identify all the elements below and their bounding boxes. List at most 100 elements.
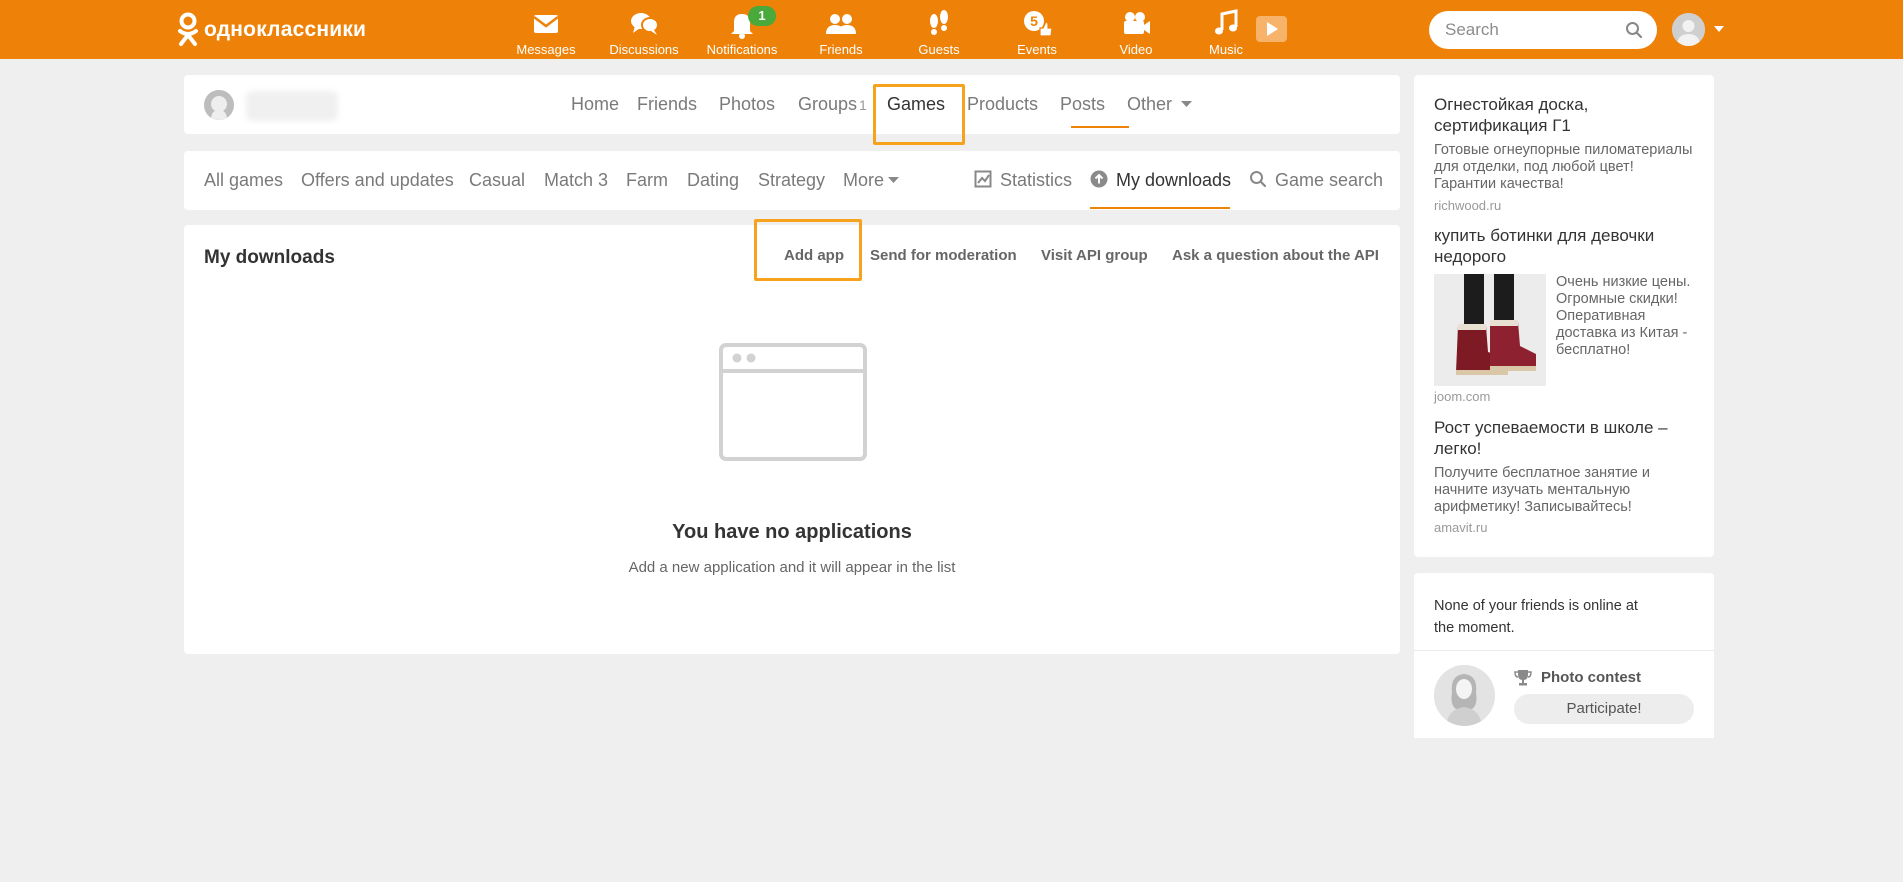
boots-image-icon bbox=[1434, 274, 1546, 386]
chevron-down-icon bbox=[888, 177, 900, 183]
divider bbox=[1414, 650, 1714, 651]
ad-title[interactable]: Огнестойкая доска, сертификация Г1 bbox=[1434, 94, 1699, 136]
profile-tab-home[interactable]: Home bbox=[571, 94, 619, 115]
tool-label: My downloads bbox=[1116, 170, 1232, 190]
upload-icon bbox=[1090, 170, 1108, 188]
profile-tab-photos[interactable]: Photos bbox=[719, 94, 775, 115]
category-offers-updates[interactable]: Offers and updates bbox=[301, 170, 454, 191]
tool-my-downloads[interactable]: My downloads bbox=[1090, 170, 1231, 191]
ad-domain[interactable]: richwood.ru bbox=[1434, 198, 1501, 213]
ad-text: Очень низкие цены. Огромные скидки! Опер… bbox=[1556, 274, 1691, 358]
ok-logo-icon bbox=[178, 12, 198, 46]
profile-tab-products[interactable]: Products bbox=[967, 94, 1038, 115]
profile-tab-other[interactable]: Other bbox=[1127, 94, 1193, 115]
contest-label: Photo contest bbox=[1541, 669, 1641, 686]
nav-label: Guests bbox=[918, 42, 960, 57]
my-downloads-panel: My downloads Add app Send for moderation… bbox=[184, 225, 1400, 654]
games-nav-panel: All games Offers and updates Casual Matc… bbox=[184, 151, 1400, 210]
search-bar bbox=[1429, 11, 1657, 49]
ad-title[interactable]: Рост успеваемости в школе – легко! bbox=[1434, 417, 1699, 459]
friends-online-panel: None of your friends is online at the mo… bbox=[1414, 573, 1714, 738]
groups-count: 1 bbox=[859, 97, 867, 113]
user-avatar-icon bbox=[1672, 13, 1705, 46]
category-more[interactable]: More bbox=[843, 170, 900, 191]
nav-notifications[interactable]: 1 Notifications bbox=[687, 6, 797, 57]
category-all-games[interactable]: All games bbox=[204, 170, 283, 191]
empty-state-title: You have no applications bbox=[672, 521, 912, 543]
chart-icon bbox=[974, 170, 992, 188]
ad-text: Готовые огнеупорные пиломатериалы для от… bbox=[1434, 142, 1693, 192]
chevron-down-icon bbox=[1181, 101, 1193, 107]
profile-tab-groups[interactable]: Groups 1 bbox=[798, 94, 867, 115]
ad-domain[interactable]: amavit.ru bbox=[1434, 520, 1487, 535]
ad-image-boots[interactable] bbox=[1434, 274, 1546, 386]
envelope-icon bbox=[533, 15, 559, 33]
photo-contest-title[interactable]: Photo contest bbox=[1514, 669, 1641, 686]
events-count-badge: 5 bbox=[1030, 13, 1038, 29]
music-note-icon bbox=[1215, 9, 1238, 35]
nav-label: Events bbox=[1017, 42, 1057, 57]
music-play-button[interactable] bbox=[1256, 16, 1287, 42]
category-match3[interactable]: Match 3 bbox=[544, 170, 608, 191]
top-bar: одноклассники Messages Discussions 1 Not… bbox=[0, 0, 1903, 59]
ads-panel: Огнестойкая доска, сертификация Г1 Готов… bbox=[1414, 75, 1714, 557]
nav-friends[interactable]: Friends bbox=[786, 6, 896, 57]
more-label: More bbox=[843, 170, 885, 190]
add-app-button[interactable]: Add app bbox=[784, 247, 844, 264]
nav-label: Friends bbox=[819, 42, 863, 57]
ask-api-question-link[interactable]: Ask a question about the API bbox=[1172, 247, 1379, 264]
contest-avatar[interactable] bbox=[1434, 665, 1495, 726]
category-strategy[interactable]: Strategy bbox=[758, 170, 825, 191]
profile-avatar[interactable] bbox=[204, 90, 234, 120]
nav-guests[interactable]: Guests bbox=[884, 6, 994, 57]
logo-text: одноклассники bbox=[204, 18, 367, 41]
search-icon[interactable] bbox=[1625, 21, 1643, 39]
search-input[interactable] bbox=[1445, 20, 1625, 40]
trophy-icon bbox=[1514, 670, 1532, 686]
events-like-icon: 5 bbox=[1024, 11, 1053, 37]
tool-label: Statistics bbox=[1000, 170, 1073, 190]
nav-discussions[interactable]: Discussions bbox=[589, 6, 699, 57]
notification-count-badge: 1 bbox=[748, 6, 776, 26]
tool-label: Game search bbox=[1275, 170, 1384, 190]
category-casual[interactable]: Casual bbox=[469, 170, 525, 191]
category-farm[interactable]: Farm bbox=[626, 170, 668, 191]
profile-tab-games[interactable]: Games bbox=[887, 94, 945, 115]
category-dating[interactable]: Dating bbox=[687, 170, 739, 191]
profile-tab-posts[interactable]: Posts bbox=[1060, 94, 1105, 115]
profile-tab-friends[interactable]: Friends bbox=[637, 94, 697, 115]
ad-text: Получите бесплатное занятие и начните из… bbox=[1434, 465, 1650, 515]
empty-window-icon bbox=[719, 343, 867, 461]
section-title: My downloads bbox=[204, 247, 335, 268]
nav-messages[interactable]: Messages bbox=[491, 6, 601, 57]
ad-title[interactable]: купить ботинки для девочки недорого bbox=[1434, 225, 1699, 267]
nav-events[interactable]: 5 Events bbox=[982, 6, 1092, 57]
active-tool-underline bbox=[1090, 207, 1230, 209]
video-camera-icon bbox=[1124, 12, 1150, 34]
nav-label: Music bbox=[1209, 42, 1243, 57]
search-icon bbox=[1250, 171, 1267, 188]
friends-online-status: None of your friends is online at the mo… bbox=[1434, 598, 1638, 636]
footprints-icon bbox=[930, 10, 948, 35]
friends-icon bbox=[826, 14, 856, 34]
profile-nav-panel: Home Friends Photos Groups 1 Games Produc… bbox=[184, 75, 1400, 134]
participate-button[interactable]: Participate! bbox=[1514, 694, 1694, 724]
user-avatar[interactable] bbox=[1672, 13, 1705, 46]
chevron-down-icon[interactable] bbox=[1712, 22, 1726, 36]
send-for-moderation-button[interactable]: Send for moderation bbox=[870, 247, 1017, 264]
ad-domain[interactable]: joom.com bbox=[1434, 389, 1490, 404]
empty-state-subtitle: Add a new application and it will appear… bbox=[628, 559, 956, 576]
tab-label: Other bbox=[1127, 94, 1173, 114]
site-logo[interactable]: одноклассники bbox=[176, 12, 366, 48]
play-icon bbox=[1267, 22, 1278, 36]
tool-statistics[interactable]: Statistics bbox=[974, 170, 1072, 191]
active-tab-underline bbox=[1071, 126, 1129, 128]
visit-api-group-link[interactable]: Visit API group bbox=[1041, 247, 1148, 264]
nav-label: Messages bbox=[516, 42, 576, 57]
tool-game-search[interactable]: Game search bbox=[1249, 170, 1383, 191]
profile-avatar-icon bbox=[204, 90, 234, 120]
woman-silhouette-icon bbox=[1434, 665, 1495, 726]
tab-label: Groups bbox=[798, 94, 858, 114]
profile-name-blurred bbox=[246, 91, 338, 121]
nav-label: Notifications bbox=[706, 42, 778, 57]
